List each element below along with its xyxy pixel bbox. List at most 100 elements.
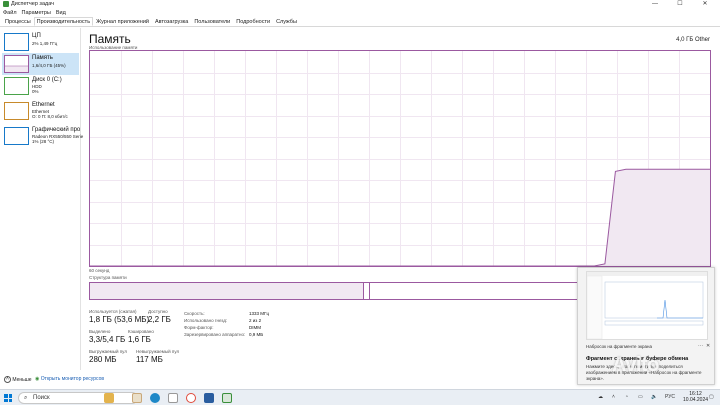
tab-startup[interactable]: Автозагрузка <box>152 17 191 26</box>
menu-file[interactable]: Файл <box>3 9 17 17</box>
resource-monitor-label: Открыть монитор ресурсов <box>40 376 105 382</box>
start-button[interactable] <box>4 394 12 402</box>
taskbar-app-icon[interactable] <box>104 393 114 403</box>
memory-usage-graph <box>89 50 711 267</box>
snip-preview-image <box>586 271 708 340</box>
tab-performance[interactable]: Производительность <box>33 17 94 26</box>
tray-chevron-icon[interactable]: ˄ <box>612 394 615 400</box>
close-notification-icon[interactable]: ✕ <box>706 343 710 349</box>
total-memory: 4,0 ГБ Other <box>676 37 710 43</box>
sidebar-item-label: ЦП <box>32 33 41 39</box>
notifications-icon[interactable]: ▢ <box>709 394 714 400</box>
stat-value: 1,6 ГБ <box>128 335 151 344</box>
usage-graph-svg <box>90 51 710 266</box>
sidebar-item-label: Память <box>32 55 53 61</box>
spec-key: Зарезервировано аппаратно: <box>184 332 246 337</box>
window-title: Диспетчер задач <box>11 1 55 7</box>
resource-monitor-icon: ◉ <box>35 376 40 382</box>
wifi-icon[interactable]: ◔ <box>625 394 628 400</box>
edge-icon[interactable] <box>150 393 160 403</box>
sidebar-item-detail: 2% 1,49 ГГц <box>32 41 58 46</box>
cloud-icon[interactable]: ☁ <box>598 394 603 400</box>
chrome-icon[interactable] <box>186 393 196 403</box>
sidebar-item-detail: 0% <box>32 89 39 94</box>
windows-logo-icon <box>4 394 8 398</box>
time-axis-label: 60 секунд <box>89 268 110 273</box>
page-title: Память <box>89 32 131 46</box>
sidebar-item-memory[interactable]: Память 1,6/4,0 ГБ (45%) <box>2 53 79 75</box>
sidebar-item-ethernet[interactable]: Ethernet Ethernet О: 0 П: 8,0 кбит/с <box>2 100 79 122</box>
sidebar-item-label: Ethernet <box>32 102 55 108</box>
tab-processes[interactable]: Процессы <box>2 17 34 26</box>
sidebar-item-label: Диск 0 (C:) <box>32 77 62 83</box>
task-manager-taskbar-icon[interactable] <box>222 393 232 403</box>
volume-icon[interactable]: 🔈 <box>651 394 657 400</box>
tab-users[interactable]: Пользователи <box>191 17 233 26</box>
network-icon[interactable]: ▭ <box>638 394 643 400</box>
steam-icon[interactable] <box>204 393 214 403</box>
disk-thumbnail <box>4 77 29 95</box>
maximize-button[interactable]: ☐ <box>670 0 690 9</box>
sidebar-item-cpu[interactable]: ЦП 2% 1,49 ГГц <box>2 31 79 53</box>
search-placeholder: Поиск <box>33 395 50 401</box>
stat-value: 117 МБ <box>136 355 163 364</box>
sidebar-item-detail: 1% (28 °C) <box>32 139 55 144</box>
spec-value: 0,9 МБ <box>249 332 264 337</box>
notification-app-name: Набросок на фрагменте экрана <box>586 344 653 349</box>
menu-options[interactable]: Параметры <box>22 9 51 17</box>
performance-sidebar: ЦП 2% 1,49 ГГц Память 1,6/4,0 ГБ (45%) Д… <box>0 28 83 370</box>
spec-value: DIMM <box>249 325 261 330</box>
spec-key: Скорость: <box>184 311 205 316</box>
clock-date: 10.04.2024 <box>683 397 709 403</box>
minimize-button[interactable]: — <box>645 0 665 9</box>
spec-value: 1333 МГц <box>249 311 270 316</box>
close-button[interactable]: ✕ <box>695 0 715 9</box>
sidebar-item-label: Графический про <box>32 127 81 133</box>
taskbar: ⌕ Поиск ☁ ˄ ◔ ▭ 🔈 РУС 16:12 10.04.2024 ▢ <box>0 389 720 405</box>
spec-key: Использовано гнезд: <box>184 318 228 323</box>
fewer-details-label: Меньше <box>12 376 32 383</box>
composition-in-use <box>90 283 364 299</box>
fewer-details-button[interactable]: ˄ Меньше <box>4 376 32 383</box>
structure-graph-label: Структура памяти <box>89 275 127 280</box>
sidebar-item-detail: 1,6/4,0 ГБ (45%) <box>32 63 66 68</box>
stat-available: Доступно 2,2 ГБ <box>148 309 171 325</box>
file-explorer-icon[interactable] <box>132 393 142 403</box>
stat-paged-pool: Выгружаемый пул 280 МБ <box>89 349 127 365</box>
title-bar: Диспетчер задач — ☐ ✕ <box>0 0 720 9</box>
menu-bar: Файл Параметры Вид <box>0 9 720 17</box>
stat-value: 1,8 ГБ (53,6 МБ) <box>89 315 150 324</box>
tab-bar: Процессы Производительность Журнал прило… <box>0 17 720 27</box>
taskbar-clock[interactable]: 16:12 10.04.2024 <box>683 391 708 403</box>
sidebar-item-gpu[interactable]: Графический про Radeon RX550/550 Serie 1… <box>2 125 83 147</box>
ethernet-thumbnail <box>4 102 29 120</box>
tab-details[interactable]: Подробности <box>233 17 273 26</box>
stat-nonpaged-pool: Невыгружаемый пул 117 МБ <box>136 349 179 365</box>
search-icon: ⌕ <box>24 395 28 401</box>
sidebar-item-detail: О: 0 П: 8,0 кбит/с <box>32 114 68 119</box>
cpu-thumbnail <box>4 33 29 51</box>
spec-key: Форм-фактор: <box>184 325 214 330</box>
store-icon[interactable] <box>168 393 178 403</box>
task-manager-icon <box>3 1 9 7</box>
stat-in-use: Используется (сжатая) 1,8 ГБ (53,6 МБ) <box>89 309 149 325</box>
menu-view[interactable]: Вид <box>56 9 66 17</box>
stat-committed: Выделено 3,3/5,4 ГБ <box>89 329 125 345</box>
memory-thumbnail <box>4 55 29 73</box>
composition-modified <box>364 283 370 299</box>
chevron-up-icon: ˄ <box>4 376 11 383</box>
more-options-icon[interactable]: ··· <box>698 343 703 349</box>
spec-value: 2 из 2 <box>249 318 262 323</box>
tab-services[interactable]: Службы <box>273 17 300 26</box>
stat-value: 3,3/5,4 ГБ <box>89 335 126 344</box>
stat-cached: Кэшировано 1,6 ГБ <box>128 329 154 345</box>
taskbar-search[interactable]: ⌕ Поиск <box>18 392 138 404</box>
sidebar-item-disk[interactable]: Диск 0 (C:) HDD 0% <box>2 75 79 97</box>
stat-value: 280 МБ <box>89 355 117 364</box>
avito-watermark: Avito <box>612 354 659 376</box>
stat-value: 2,2 ГБ <box>148 315 171 324</box>
tab-app-history[interactable]: Журнал приложений <box>93 17 152 26</box>
gpu-thumbnail <box>4 127 29 145</box>
language-indicator[interactable]: РУС <box>665 394 675 400</box>
resource-monitor-link[interactable]: ◉ Открыть монитор ресурсов <box>35 376 104 382</box>
